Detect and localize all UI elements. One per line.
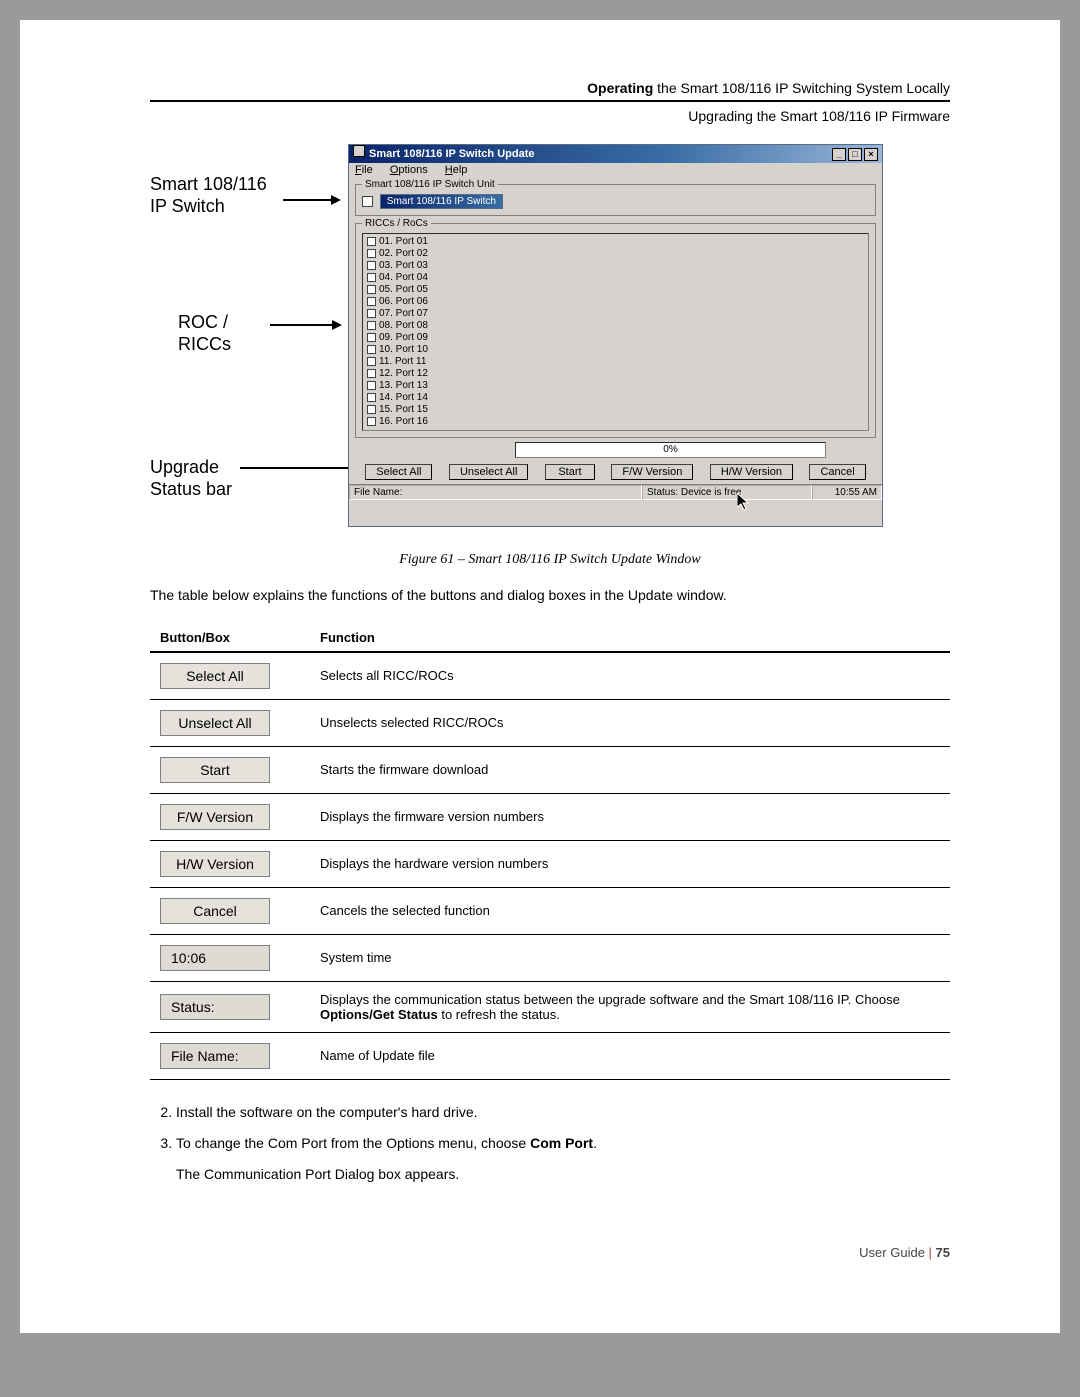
step-3: To change the Com Port from the Options … <box>176 1133 950 1185</box>
button-chip: F/W Version <box>160 804 270 830</box>
port-item[interactable]: 08. Port 08 <box>367 320 864 332</box>
table-row: Select All Selects all RICC/ROCs <box>150 652 950 700</box>
button-chip: Select All <box>160 663 270 689</box>
button-chip: Start <box>160 757 270 783</box>
group-switch-unit: Smart 108/116 IP Switch Unit Smart 108/1… <box>355 179 876 216</box>
button-chip: Cancel <box>160 898 270 924</box>
header-rule <box>150 100 950 102</box>
unselect-all-button[interactable]: Unselect All <box>449 464 528 480</box>
header-rest: the Smart 108/116 IP Switching System Lo… <box>653 80 950 96</box>
th-function: Function <box>310 624 950 652</box>
unit-checkbox[interactable] <box>362 196 373 207</box>
maximize-button[interactable]: □ <box>848 148 862 161</box>
hw-version-button[interactable]: H/W Version <box>710 464 793 480</box>
callout-statusbar: Status bar <box>150 479 232 501</box>
statusbar-filename: File Name: <box>349 485 642 500</box>
port-item[interactable]: 06. Port 06 <box>367 296 864 308</box>
function-table: Button/Box Function Select All Selects al… <box>150 624 950 1080</box>
start-button[interactable]: Start <box>545 464 595 480</box>
port-item[interactable]: 07. Port 07 <box>367 308 864 320</box>
function-cell: Displays the communication status betwee… <box>310 981 950 1032</box>
port-item[interactable]: 15. Port 15 <box>367 404 864 416</box>
table-row: Start Starts the firmware download <box>150 746 950 793</box>
app-icon <box>353 145 365 157</box>
statusbar-time: 10:55 AM <box>812 485 882 500</box>
arrow-ipswitch <box>283 199 339 201</box>
port-item[interactable]: 02. Port 02 <box>367 248 864 260</box>
button-chip: Status: <box>160 994 270 1020</box>
port-item[interactable]: 14. Port 14 <box>367 392 864 404</box>
port-item[interactable]: 09. Port 09 <box>367 332 864 344</box>
function-cell: Displays the firmware version numbers <box>310 793 950 840</box>
statusbar-status: Status: Device is free <box>642 485 812 500</box>
menu-options[interactable]: Options <box>390 164 428 176</box>
button-chip: 10:06 <box>160 945 270 971</box>
status-bar: File Name: Status: Device is free 10:55 … <box>349 484 882 500</box>
button-row: Select All Unselect All Start F/W Versio… <box>349 460 882 484</box>
update-window: Smart 108/116 IP Switch Update _ □ × Fil… <box>348 144 883 527</box>
table-row: File Name: Name of Update file <box>150 1032 950 1079</box>
unit-label[interactable]: Smart 108/116 IP Switch <box>380 194 503 209</box>
button-chip: H/W Version <box>160 851 270 877</box>
group-switch-unit-legend: Smart 108/116 IP Switch Unit <box>362 179 498 190</box>
arrow-roc <box>270 324 340 326</box>
group-riccs: RICCs / RoCs 01. Port 01 02. Port 02 03.… <box>355 218 876 438</box>
step-2: Install the software on the computer's h… <box>176 1102 950 1123</box>
window-title: Smart 108/116 IP Switch Update <box>369 148 534 160</box>
page-footer: User Guide | 75 <box>150 1245 950 1260</box>
port-list: 01. Port 01 02. Port 02 03. Port 03 04. … <box>362 233 869 431</box>
table-row: Status: Displays the communication status… <box>150 981 950 1032</box>
group-riccs-legend: RICCs / RoCs <box>362 218 431 229</box>
minimize-button[interactable]: _ <box>832 148 846 161</box>
figure-61: Smart 108/116IP Switch ROC /RICCs Upgrad… <box>150 144 950 544</box>
port-item[interactable]: 01. Port 01 <box>367 236 864 248</box>
figure-caption: Figure 61 – Smart 108/116 IP Switch Upda… <box>150 552 950 568</box>
menu-file[interactable]: File <box>355 164 373 176</box>
function-cell: System time <box>310 934 950 981</box>
close-button[interactable]: × <box>864 148 878 161</box>
function-cell: Displays the hardware version numbers <box>310 840 950 887</box>
table-row: 10:06 System time <box>150 934 950 981</box>
table-row: F/W Version Displays the firmware version… <box>150 793 950 840</box>
button-chip: File Name: <box>160 1043 270 1069</box>
function-cell: Cancels the selected function <box>310 887 950 934</box>
port-item[interactable]: 05. Port 05 <box>367 284 864 296</box>
function-cell: Name of Update file <box>310 1032 950 1079</box>
table-row: H/W Version Displays the hardware version… <box>150 840 950 887</box>
port-item[interactable]: 16. Port 16 <box>367 416 864 428</box>
titlebar[interactable]: Smart 108/116 IP Switch Update _ □ × <box>349 145 882 163</box>
select-all-button[interactable]: Select All <box>365 464 432 480</box>
port-item[interactable]: 13. Port 13 <box>367 380 864 392</box>
callout-ipswitch: Smart 108/116IP Switch <box>150 174 267 217</box>
intro-paragraph: The table below explains the functions o… <box>150 586 950 606</box>
cancel-button[interactable]: Cancel <box>809 464 865 480</box>
port-item[interactable]: 10. Port 10 <box>367 344 864 356</box>
progress-bar: 0% <box>515 442 826 458</box>
header-bold: Operating <box>587 80 653 96</box>
callout-roc: ROC /RICCs <box>178 312 231 355</box>
function-cell: Unselects selected RICC/ROCs <box>310 699 950 746</box>
fw-version-button[interactable]: F/W Version <box>611 464 693 480</box>
button-chip: Unselect All <box>160 710 270 736</box>
steps-list: Install the software on the computer's h… <box>150 1102 950 1185</box>
table-row: Cancel Cancels the selected function <box>150 887 950 934</box>
document-page: Operating the Smart 108/116 IP Switching… <box>20 20 1060 1333</box>
port-item[interactable]: 11. Port 11 <box>367 356 864 368</box>
function-cell: Selects all RICC/ROCs <box>310 652 950 700</box>
th-button: Button/Box <box>150 624 310 652</box>
progress-row: 0% <box>349 440 882 460</box>
callout-upgrade: Upgrade <box>150 457 219 479</box>
port-item[interactable]: 04. Port 04 <box>367 272 864 284</box>
menu-help[interactable]: Help <box>445 164 468 176</box>
running-header: Operating the Smart 108/116 IP Switching… <box>150 80 950 96</box>
port-item[interactable]: 03. Port 03 <box>367 260 864 272</box>
table-row: Unselect All Unselects selected RICC/ROCs <box>150 699 950 746</box>
port-item[interactable]: 12. Port 12 <box>367 368 864 380</box>
sub-header: Upgrading the Smart 108/116 IP Firmware <box>150 108 950 124</box>
function-cell: Starts the firmware download <box>310 746 950 793</box>
menubar: File Options Help <box>349 163 882 177</box>
